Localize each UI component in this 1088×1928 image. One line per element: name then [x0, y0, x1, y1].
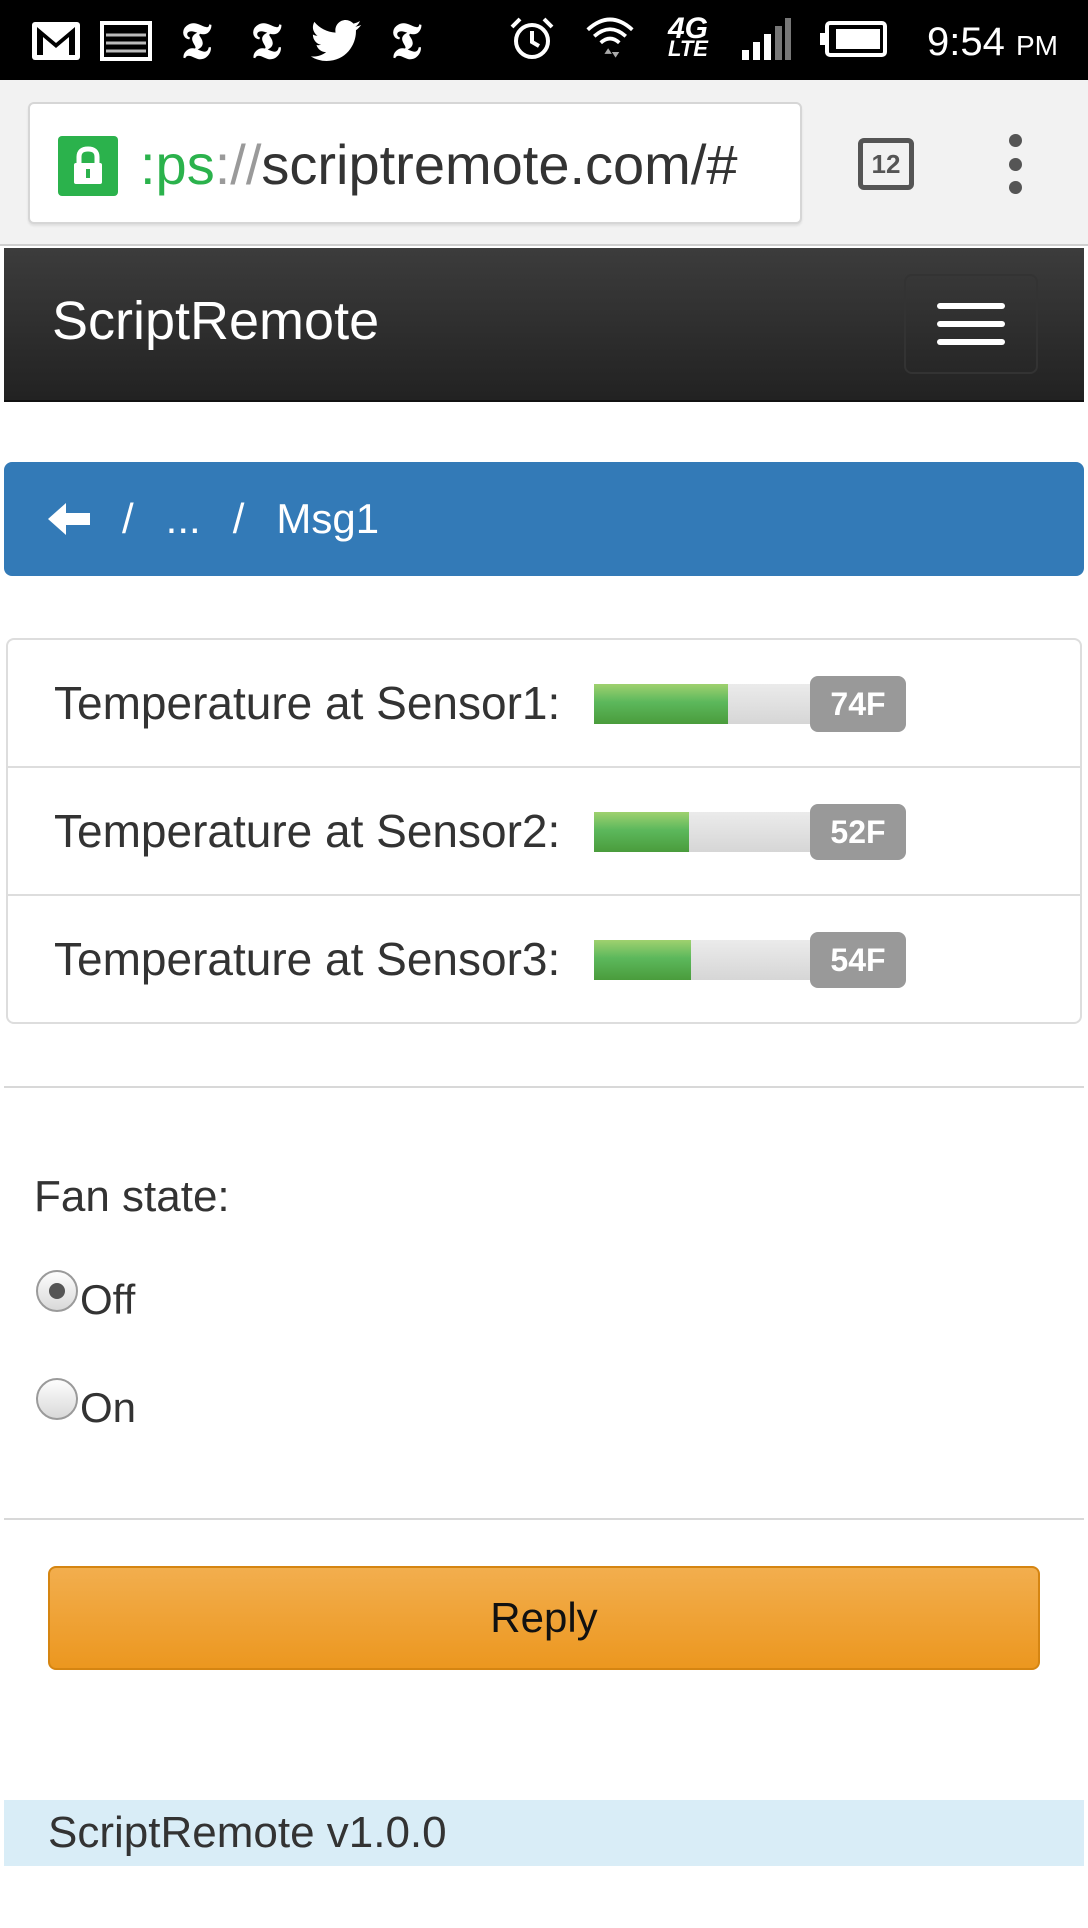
alarm-icon — [506, 16, 558, 62]
progress-fill — [594, 812, 689, 852]
temperature-progress-bar — [594, 940, 814, 980]
sensor-label: Temperature at Sensor3: — [54, 933, 561, 985]
back-arrow-icon[interactable] — [48, 502, 90, 536]
sensor-label: Temperature at Sensor1: — [54, 677, 561, 729]
footer-version: ScriptRemote v1.0.0 — [4, 1800, 1084, 1866]
radio-label-on[interactable]: On — [80, 1384, 136, 1432]
lte-icon: 4G LTE — [667, 12, 709, 61]
sensor-label: Temperature at Sensor2: — [54, 805, 561, 857]
system-icons: 4G LTE — [506, 12, 888, 62]
breadcrumb-separator: / — [122, 495, 134, 542]
radio-checked-dot — [49, 1283, 65, 1299]
radio-button-off[interactable] — [36, 1270, 78, 1312]
browser-toolbar: :ps://scriptremote.com/# 12 — [0, 80, 1088, 246]
nyt-icon: 𝕿 — [180, 11, 212, 70]
address-bar[interactable]: :ps://scriptremote.com/# — [28, 102, 802, 224]
battery-icon — [818, 16, 888, 62]
browser-menu-icon[interactable] — [998, 134, 1032, 194]
status-clock: 9:54 PM — [927, 20, 1058, 64]
progress-fill — [594, 940, 691, 980]
breadcrumb-ellipsis[interactable]: ... — [166, 495, 201, 543]
radio-button-on[interactable] — [36, 1378, 78, 1420]
radio-label-off[interactable]: Off — [80, 1276, 135, 1324]
list-item: Temperature at Sensor1: 74F — [8, 640, 1080, 768]
temperature-badge: 52F — [810, 804, 906, 860]
nyt-icon: 𝕿 — [390, 11, 422, 70]
reply-button[interactable]: Reply — [48, 1566, 1040, 1670]
url-text[interactable]: :ps://scriptremote.com/# — [140, 134, 738, 196]
hamburger-bar — [937, 303, 1005, 309]
brand-title[interactable]: ScriptRemote — [52, 290, 379, 352]
divider — [4, 1086, 1084, 1088]
divider — [4, 1518, 1084, 1520]
temperature-progress-bar — [594, 684, 814, 724]
list-item: Temperature at Sensor2: 52F — [8, 768, 1080, 896]
temperature-progress-bar — [594, 812, 814, 852]
gmail-icon — [30, 18, 82, 64]
photo-icon — [100, 18, 152, 64]
radio-option-off[interactable]: Off — [36, 1270, 135, 1324]
notification-icons: 𝕿 𝕿 𝕿 — [30, 11, 432, 70]
progress-fill — [594, 684, 729, 724]
status-bar: 𝕿 𝕿 𝕿 4G LTE 9:54 PM — [0, 0, 1088, 80]
app-navbar: ScriptRemote — [4, 248, 1084, 402]
temperature-badge: 74F — [810, 676, 906, 732]
temperature-badge: 54F — [810, 932, 906, 988]
radio-option-on[interactable]: On — [36, 1378, 136, 1432]
fan-state-label: Fan state: — [34, 1172, 230, 1221]
lock-icon[interactable] — [58, 136, 118, 196]
signal-icon — [740, 16, 792, 62]
breadcrumb-separator: / — [232, 495, 245, 542]
nyt-icon: 𝕿 — [250, 11, 282, 70]
breadcrumb-current: Msg1 — [276, 495, 380, 542]
list-item: Temperature at Sensor3: 54F — [8, 896, 1080, 1024]
hamburger-bar — [937, 321, 1005, 327]
sensor-list: Temperature at Sensor1: 74F Temperature … — [6, 638, 1082, 1024]
twitter-icon — [310, 18, 362, 64]
tab-switcher-button[interactable]: 12 — [858, 138, 914, 190]
hamburger-menu-button[interactable] — [904, 274, 1038, 374]
hamburger-bar — [937, 339, 1005, 345]
breadcrumb: / ... / Msg1 — [4, 462, 1084, 576]
wifi-icon — [584, 16, 636, 62]
